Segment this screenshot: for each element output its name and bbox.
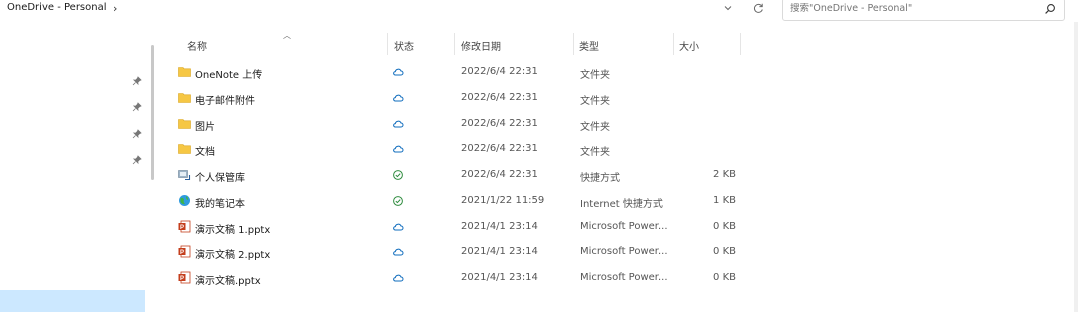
breadcrumb-chevron-icon[interactable]: ›	[113, 2, 117, 15]
pin-icon[interactable]	[132, 129, 142, 139]
file-type: 文件夹	[580, 147, 610, 159]
file-type: 快捷方式	[580, 173, 620, 184]
pin-icon[interactable]	[132, 76, 142, 86]
cloud-icon	[393, 120, 404, 127]
cloud-icon	[393, 248, 404, 256]
cloud-icon	[393, 274, 404, 282]
refresh-icon[interactable]	[750, 3, 766, 17]
file-type: Internet 快捷方式	[580, 198, 663, 210]
file-row[interactable]: 图片 2022/6/4 22:31 文件夹	[170, 112, 770, 137]
pptx-icon: P	[178, 271, 191, 284]
modified-date: 2022/6/4 22:31	[461, 66, 538, 77]
column-name[interactable]: 名称	[187, 38, 207, 53]
pptx-icon: P	[178, 245, 191, 258]
address-bar: OneDrive - Personal ›	[0, 0, 1080, 22]
file-size: 1 KB	[713, 194, 736, 206]
folder-icon	[178, 92, 191, 103]
file-name[interactable]: 文档	[195, 143, 215, 158]
svg-text:P: P	[180, 224, 184, 230]
file-size: 0 KB	[713, 246, 736, 258]
column-separator[interactable]	[573, 33, 574, 55]
cloud-icon	[393, 94, 404, 102]
file-row[interactable]: P 演示文稿.pptx 2021/4/1 23:14 Microsoft Pow…	[170, 266, 770, 291]
modified-date: 2022/6/4 22:31	[461, 117, 538, 129]
synced-check-icon	[393, 195, 403, 206]
shortcut-icon	[178, 170, 191, 181]
cloud-icon	[393, 223, 404, 230]
column-separator[interactable]	[387, 33, 388, 55]
file-row[interactable]: P 演示文稿 2.pptx 2021/4/1 23:14 Microsoft P…	[170, 240, 770, 265]
folder-icon	[178, 144, 191, 155]
file-type: Microsoft Power...	[580, 220, 668, 232]
cloud-icon	[393, 145, 404, 153]
file-name[interactable]: 演示文稿.pptx	[195, 272, 261, 287]
modified-date: 2021/4/1 23:14	[461, 246, 538, 258]
pin-icon[interactable]	[132, 155, 142, 165]
synced-check-icon	[393, 170, 403, 180]
file-type: 文件夹	[580, 95, 610, 107]
folder-icon	[178, 118, 191, 129]
file-row[interactable]: P 演示文稿 1.pptx 2021/4/1 23:14 Microsoft P…	[170, 215, 770, 240]
sort-ascending-icon: ︿	[283, 31, 291, 40]
file-row[interactable]: OneNote 上传 2022/6/4 22:31 文件夹	[170, 60, 770, 85]
modified-date: 2021/4/1 23:14	[461, 272, 538, 283]
file-row[interactable]: 电子邮件附件 2022/6/4 22:31 文件夹	[170, 86, 770, 111]
file-size: 0 KB	[713, 272, 736, 283]
file-type: Microsoft Power...	[580, 272, 668, 283]
file-row[interactable]: 我的笔记本 2021/1/22 11:59 Internet 快捷方式 1 KB	[170, 189, 770, 214]
pin-icon[interactable]	[132, 102, 142, 112]
column-status[interactable]: 状态	[394, 38, 414, 53]
column-header: ︿ 名称 状态 修改日期 类型 大小	[175, 31, 755, 57]
history-dropdown-icon[interactable]	[720, 3, 736, 17]
file-size: 0 KB	[713, 220, 736, 232]
nav-selected-item[interactable]	[0, 290, 145, 312]
pptx-icon: P	[178, 220, 191, 232]
file-type: 文件夹	[580, 70, 610, 81]
file-name[interactable]: 个人保管库	[195, 169, 245, 184]
svg-text:P: P	[180, 250, 184, 256]
search-box[interactable]	[782, 0, 1065, 21]
navigation-pane	[0, 22, 145, 312]
modified-date: 2021/1/22 11:59	[461, 194, 545, 206]
modified-date: 2022/6/4 22:31	[461, 91, 538, 103]
file-type: 文件夹	[580, 121, 610, 133]
file-row[interactable]: 文档 2022/6/4 22:31 文件夹	[170, 137, 770, 162]
cloud-icon	[393, 68, 404, 76]
search-icon[interactable]	[1044, 3, 1056, 15]
search-input[interactable]	[790, 3, 1030, 14]
column-size[interactable]: 大小	[679, 38, 699, 53]
column-separator[interactable]	[673, 33, 674, 55]
file-name[interactable]: 图片	[195, 118, 215, 133]
column-type[interactable]: 类型	[579, 38, 599, 53]
column-separator[interactable]	[740, 33, 741, 55]
svg-text:P: P	[180, 276, 184, 282]
file-name[interactable]: 演示文稿 2.pptx	[195, 246, 270, 261]
file-name[interactable]: 我的笔记本	[195, 195, 245, 210]
breadcrumb-onedrive[interactable]: OneDrive - Personal	[7, 2, 107, 13]
file-type: Microsoft Power...	[580, 246, 668, 258]
column-separator[interactable]	[454, 33, 455, 55]
file-name[interactable]: 电子邮件附件	[195, 92, 255, 107]
modified-date: 2021/4/1 23:14	[461, 220, 538, 232]
modified-date: 2022/6/4 22:31	[461, 143, 538, 155]
pane-scrollbar[interactable]	[151, 45, 154, 180]
modified-date: 2022/6/4 22:31	[461, 169, 538, 180]
file-row[interactable]: 个人保管库 2022/6/4 22:31 快捷方式 2 KB	[170, 163, 770, 188]
folder-icon	[178, 67, 191, 77]
vertical-scrollbar[interactable]	[1074, 22, 1078, 312]
file-name[interactable]: 演示文稿 1.pptx	[195, 221, 270, 236]
column-date[interactable]: 修改日期	[461, 38, 501, 53]
file-name[interactable]: OneNote 上传	[195, 66, 262, 81]
internet-shortcut-icon	[179, 194, 190, 206]
file-size: 2 KB	[713, 169, 736, 180]
